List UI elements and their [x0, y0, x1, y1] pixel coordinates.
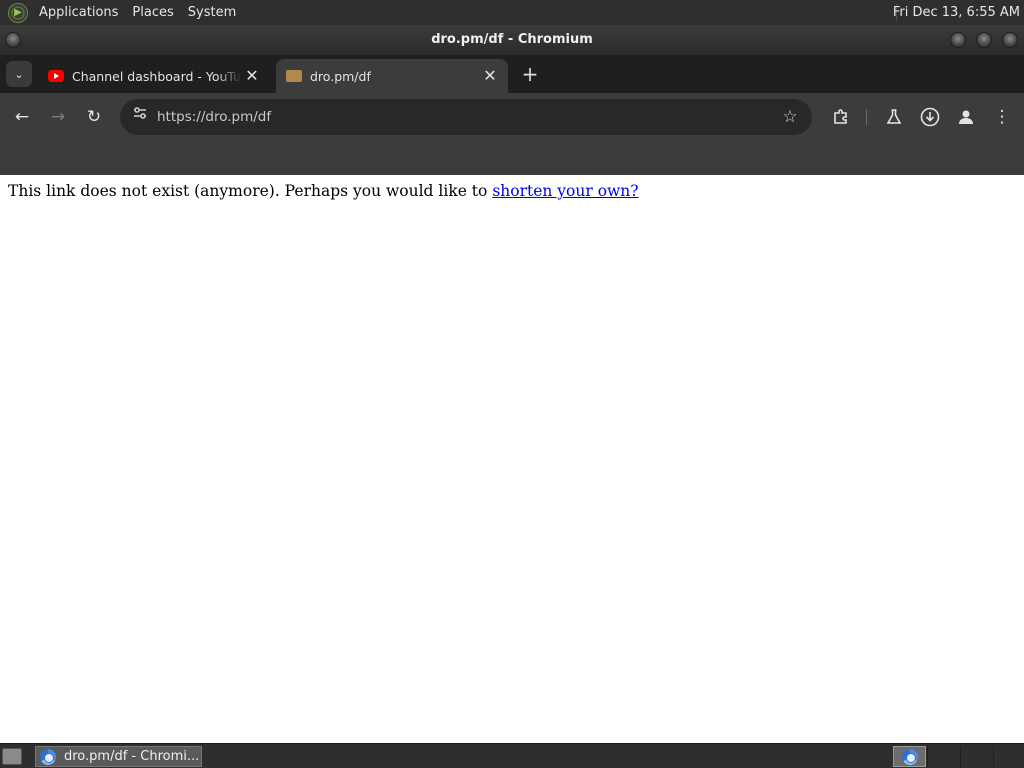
tab-search-button[interactable]: ⌄ [6, 61, 32, 87]
download-icon [920, 107, 940, 127]
youtube-icon [48, 70, 64, 82]
address-bar[interactable]: https://dro.pm/df ☆ [120, 99, 812, 135]
window-titlebar[interactable]: dro.pm/df - Chromium [0, 25, 1024, 55]
kebab-menu-icon: ⋮ [993, 107, 1011, 127]
tab-strip: ⌄ Channel dashboard - YouTube ✕ dro.pm/d… [0, 55, 1024, 93]
workspace-1[interactable] [893, 746, 926, 767]
url-text[interactable]: https://dro.pm/df [157, 99, 271, 135]
new-tab-button[interactable]: + [518, 63, 542, 87]
chevron-down-icon: ⌄ [14, 67, 24, 81]
shorten-link[interactable]: shorten your own? [492, 182, 638, 200]
chromium-icon [901, 748, 918, 765]
tab-youtube-dashboard[interactable]: Channel dashboard - YouTube ✕ [38, 59, 270, 93]
reload-icon: ↻ [86, 107, 102, 127]
labs-button[interactable] [882, 105, 906, 129]
bookmark-star-icon[interactable]: ☆ [778, 105, 802, 129]
taskbar-chromium-window[interactable]: dro.pm/df - Chromi... [35, 746, 202, 767]
flask-icon [886, 109, 902, 124]
tune-icon [134, 107, 146, 119]
arrow-right-icon: → [50, 107, 66, 127]
reload-button[interactable]: ↻ [82, 105, 106, 129]
tab-dro-pm[interactable]: dro.pm/df ✕ [276, 59, 508, 93]
tab-title: dro.pm/df [310, 68, 371, 84]
puzzle-icon [834, 109, 847, 124]
person-icon [959, 110, 973, 124]
workspace-2[interactable] [927, 746, 960, 767]
browser-toolbar: ← → ↻ https://dro.pm/df ☆ ⋮ [0, 93, 1024, 141]
places-menu[interactable]: Places [125, 0, 180, 25]
chromium-icon [40, 748, 56, 765]
close-window-button[interactable] [1002, 32, 1018, 48]
downloads-button[interactable] [918, 105, 942, 129]
error-message: This link does not exist (anymore). Perh… [8, 182, 1016, 200]
applications-menu[interactable]: Applications [32, 0, 125, 25]
back-button[interactable]: ← [10, 105, 34, 129]
top-panel: ▶ Applications Places System Fri Dec 13,… [0, 0, 1024, 25]
maximize-button[interactable] [976, 32, 992, 48]
minimize-button[interactable] [950, 32, 966, 48]
plus-icon: + [521, 62, 539, 86]
site-info-icon[interactable] [128, 105, 152, 129]
task-label: dro.pm/df - Chromi... [64, 749, 200, 764]
close-tab-icon[interactable]: ✕ [242, 66, 262, 86]
forward-button[interactable]: → [46, 105, 70, 129]
arrow-left-icon: ← [14, 107, 30, 127]
workspace-4[interactable] [993, 746, 1024, 767]
bookmarks-bar [0, 141, 1024, 175]
system-menu[interactable]: System [181, 0, 243, 25]
menu-button[interactable]: ⋮ [990, 105, 1014, 129]
clock[interactable]: Fri Dec 13, 6:55 AM [893, 0, 1020, 25]
toolbar-separator [866, 109, 867, 125]
window-menu-icon[interactable] [5, 32, 21, 48]
close-tab-icon[interactable]: ✕ [480, 66, 500, 86]
page-content: This link does not exist (anymore). Perh… [0, 175, 1024, 743]
extensions-button[interactable] [829, 105, 853, 129]
show-desktop-icon[interactable] [2, 748, 22, 765]
folder-icon [286, 70, 302, 82]
tab-title: Channel dashboard - YouTube [72, 68, 242, 84]
profile-button[interactable] [954, 105, 978, 129]
window-title: dro.pm/df - Chromium [431, 32, 593, 47]
error-text: This link does not exist (anymore). Perh… [8, 182, 493, 200]
distro-logo-icon[interactable]: ▶ [8, 2, 28, 23]
bottom-taskbar: dro.pm/df - Chromi... [0, 743, 1024, 768]
workspace-3[interactable] [960, 746, 993, 767]
